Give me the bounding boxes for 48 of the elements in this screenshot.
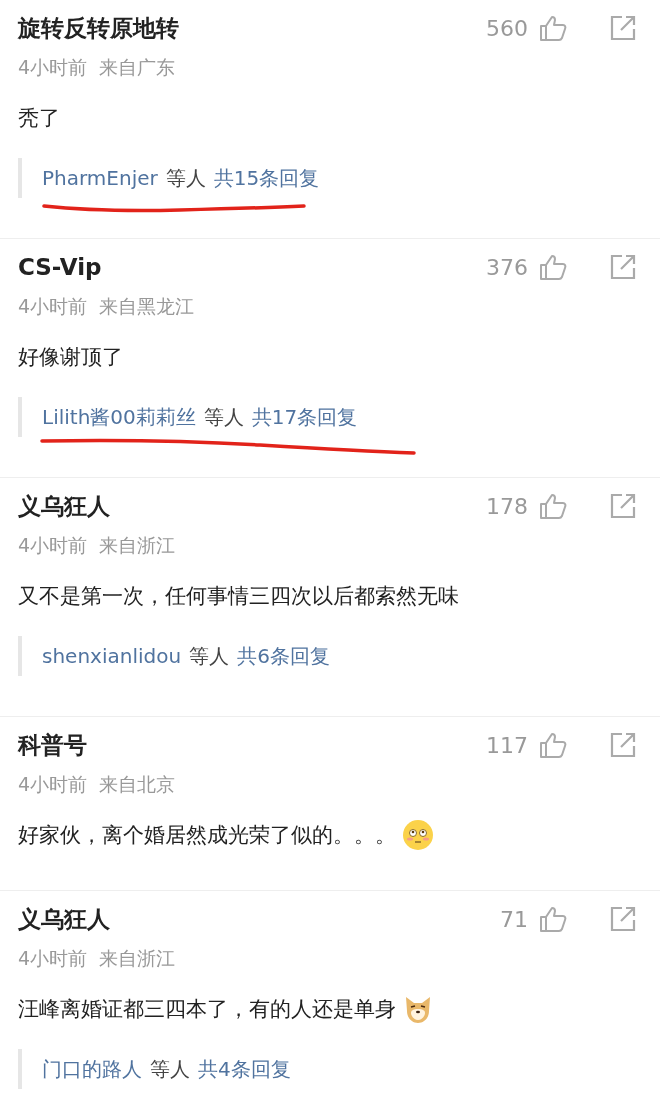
like-count: 376 <box>486 254 528 280</box>
reply-others-text: 等人 <box>203 403 244 431</box>
thumbs-up-icon[interactable] <box>538 491 568 521</box>
share-icon[interactable] <box>608 904 638 934</box>
reply-user-link[interactable]: shenxianlidou <box>42 644 182 668</box>
thumbs-up-icon[interactable] <box>538 904 568 934</box>
reply-user-link[interactable]: PharmEnjer <box>42 166 158 190</box>
like-count: 560 <box>486 15 528 41</box>
comment-location: 来自北京 <box>99 772 176 797</box>
comment-time: 4小时前 <box>18 294 88 319</box>
share-icon[interactable] <box>608 730 638 760</box>
thumbs-up-icon[interactable] <box>538 13 568 43</box>
reply-others-text: 等人 <box>165 164 206 192</box>
like-count: 178 <box>486 493 528 519</box>
share-icon[interactable] <box>608 13 638 43</box>
comment-text: 好家伙，离个婚居然成光荣了似的。。。 <box>18 822 396 849</box>
comment-text: 又不是第一次，任何事情三四次以后都索然无味 <box>18 583 459 610</box>
thumbs-up-icon[interactable] <box>538 252 568 282</box>
thumbs-up-icon[interactable] <box>538 730 568 760</box>
username[interactable]: 义乌狂人 <box>18 903 500 935</box>
comment-time: 4小时前 <box>18 533 88 558</box>
username[interactable]: 科普号 <box>18 729 486 761</box>
comment-location: 来自黑龙江 <box>99 294 195 319</box>
comment-time: 4小时前 <box>18 946 88 971</box>
share-icon[interactable] <box>608 252 638 282</box>
reply-user-link[interactable]: 门口的路人 <box>42 1055 142 1083</box>
username[interactable]: 义乌狂人 <box>18 490 486 522</box>
share-icon[interactable] <box>608 491 638 521</box>
like-count: 117 <box>486 732 528 758</box>
comment-time: 4小时前 <box>18 55 88 80</box>
reply-count-link[interactable]: 共6条回复 <box>237 642 330 670</box>
username[interactable]: 旋转反转原地转 <box>18 12 486 44</box>
reply-count-link[interactable]: 共4条回复 <box>198 1055 291 1083</box>
reply-count-link[interactable]: 共15条回复 <box>213 164 320 192</box>
comment-time: 4小时前 <box>18 772 88 797</box>
comment-location: 来自浙江 <box>99 533 176 558</box>
comment-text: 好像谢顶了 <box>18 344 123 371</box>
username[interactable]: CS-Vip <box>18 254 486 280</box>
comment-text: 秃了 <box>18 105 60 132</box>
reply-others-text: 等人 <box>150 1055 190 1083</box>
comment-location: 来自浙江 <box>99 946 176 971</box>
blushing-face-icon <box>402 819 434 851</box>
reply-count-link[interactable]: 共17条回复 <box>251 403 358 431</box>
like-count: 71 <box>500 906 528 932</box>
comment-location: 来自广东 <box>99 55 176 80</box>
reply-user-link[interactable]: Lilith酱00莉莉丝 <box>42 403 196 431</box>
comment-text: 汪峰离婚证都三四本了，有的人还是单身 <box>18 996 396 1023</box>
reply-others-text: 等人 <box>189 642 230 670</box>
